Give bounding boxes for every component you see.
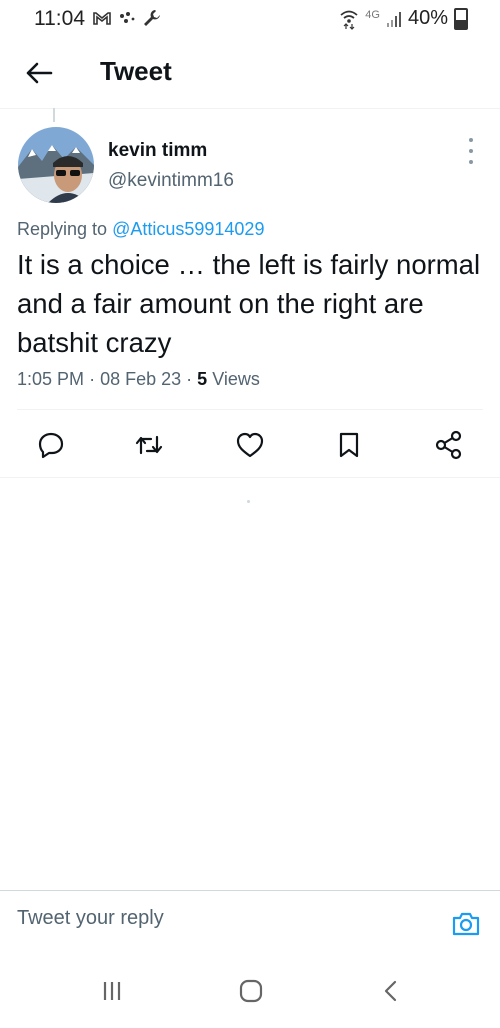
status-right: 4G 40%	[339, 7, 468, 30]
more-dot	[469, 149, 473, 153]
retweet-icon	[135, 435, 163, 455]
page-title: Tweet	[100, 56, 172, 86]
bookmark-icon	[339, 432, 359, 458]
home-icon	[239, 979, 263, 1003]
camera-button[interactable]	[450, 909, 482, 939]
divider	[17, 409, 483, 410]
views-count[interactable]: 5	[197, 369, 207, 389]
wifi-icon	[340, 10, 358, 30]
thread-line	[53, 108, 55, 122]
avatar[interactable]	[18, 127, 94, 203]
recents-button[interactable]	[92, 976, 132, 1006]
like-icon	[236, 432, 264, 458]
more-dot	[469, 160, 473, 164]
nav-back-button[interactable]	[371, 976, 411, 1006]
like-button[interactable]	[233, 428, 267, 462]
back-icon	[384, 980, 397, 1002]
status-time: 11:04	[34, 7, 85, 30]
app-header: Tweet	[0, 38, 500, 109]
meta-separator: ·	[186, 369, 193, 389]
system-nav-bar	[0, 952, 500, 1028]
retweet-button[interactable]	[132, 428, 166, 462]
avatar-image	[18, 127, 94, 203]
recents-icon	[103, 982, 121, 1000]
battery-icon	[454, 7, 468, 30]
back-button[interactable]	[22, 56, 56, 90]
battery-text: 40%	[407, 7, 448, 29]
author-name[interactable]: kevin timm	[108, 140, 207, 162]
tweet-meta: 1:05 PM · 08 Feb 23 · 5 Views	[17, 369, 260, 390]
home-button[interactable]	[231, 976, 271, 1006]
reply-icon	[38, 432, 64, 459]
more-dot	[469, 138, 473, 142]
network-type: 4G	[365, 8, 380, 21]
arrow-left-icon	[26, 62, 53, 84]
replying-to: Replying to @Atticus59914029	[17, 219, 264, 240]
divider	[0, 477, 500, 478]
tweet-date[interactable]: 08 Feb 23	[100, 369, 181, 389]
reply-input[interactable]: Tweet your reply	[17, 907, 164, 930]
reply-bar: Tweet your reply	[0, 890, 500, 954]
status-left-icons	[92, 8, 162, 28]
tweet-time[interactable]: 1:05 PM	[17, 369, 84, 389]
tweet-actions	[0, 420, 500, 470]
reply-button[interactable]	[34, 428, 68, 462]
bookmark-button[interactable]	[332, 428, 366, 462]
replying-prefix: Replying to	[17, 219, 108, 239]
dots-icon	[120, 12, 135, 23]
gmail-icon	[93, 12, 111, 25]
author-handle[interactable]: @kevintimm16	[108, 170, 234, 192]
replying-mention-link[interactable]: @Atticus59914029	[112, 219, 264, 239]
meta-separator: ·	[89, 369, 96, 389]
views-label[interactable]: Views	[212, 369, 260, 389]
signal-icon	[386, 11, 401, 27]
share-button[interactable]	[432, 428, 466, 462]
share-icon	[435, 430, 462, 460]
loading-indicator	[247, 500, 250, 503]
status-bar: 11:04 4G 40%	[0, 0, 500, 38]
more-options-button[interactable]	[464, 138, 478, 164]
wrench-icon	[144, 10, 160, 26]
tweet-text: It is a choice … the left is fairly norm…	[17, 249, 481, 358]
camera-icon	[452, 912, 480, 936]
